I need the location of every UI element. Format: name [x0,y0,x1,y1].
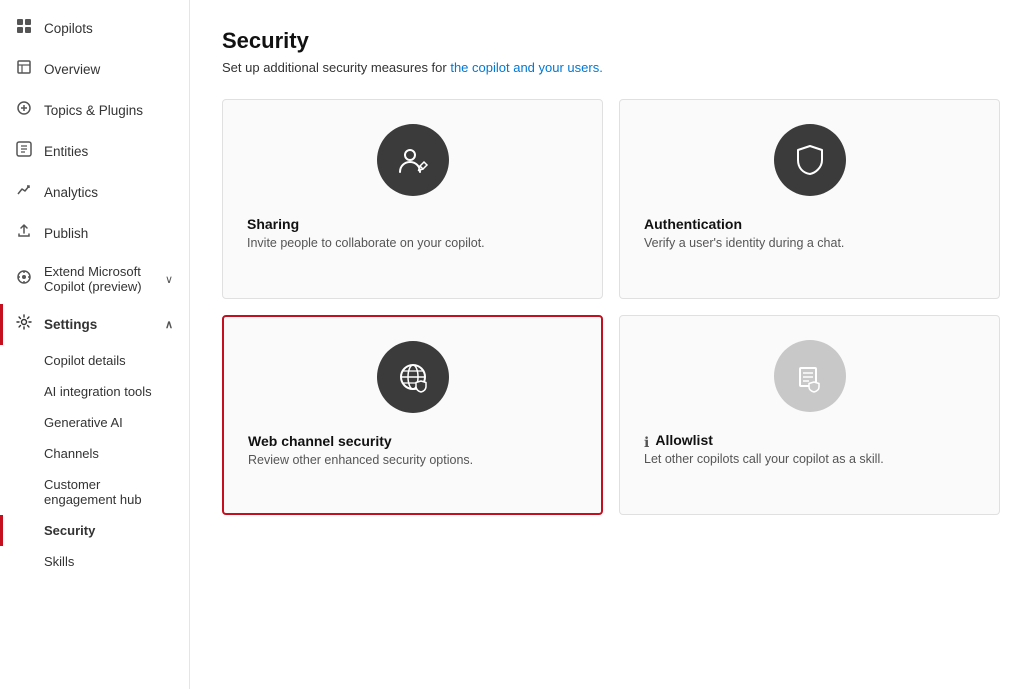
sidebar-item-label: Analytics [44,185,98,200]
sidebar-item-label: Extend Microsoft Copilot (preview) [44,264,155,294]
subitem-label: Skills [44,554,74,569]
sharing-desc: Invite people to collaborate on your cop… [247,236,485,250]
webchannel-desc: Review other enhanced security options. [248,453,473,467]
web-channel-icon-circle [377,341,449,413]
subitem-label: Copilot details [44,353,126,368]
topics-icon [16,100,34,121]
allowlist-icon-circle [774,340,846,412]
sidebar-item-label: Entities [44,144,88,159]
page-title: Security [222,28,1000,54]
auth-title: Authentication [644,216,742,232]
sidebar: Copilots Overview Topics & Plugins [0,0,190,689]
overview-icon [16,59,34,80]
sidebar-item-settings[interactable]: Settings ∧ [0,304,189,345]
sidebar-item-label: Publish [44,226,88,241]
authentication-card[interactable]: Authentication Verify a user's identity … [619,99,1000,299]
entities-icon [16,141,34,162]
sidebar-item-publish[interactable]: Publish [0,213,189,254]
publish-icon [16,223,34,244]
info-icon: ℹ [644,434,649,451]
sidebar-item-extend[interactable]: Extend Microsoft Copilot (preview) ∨ [0,254,189,304]
sidebar-subitem-skills[interactable]: Skills [0,546,189,577]
sidebar-item-copilots[interactable]: Copilots [0,8,189,49]
sidebar-subitem-copilot-details[interactable]: Copilot details [0,345,189,376]
sidebar-item-entities[interactable]: Entities [0,131,189,172]
sidebar-item-label: Settings [44,317,97,332]
copilots-icon [16,18,34,39]
sidebar-item-topics[interactable]: Topics & Plugins [0,90,189,131]
allowlist-title: Allowlist [655,432,713,448]
webchannel-title: Web channel security [248,433,392,449]
subitem-label: Channels [44,446,99,461]
allowlist-card[interactable]: ℹ Allowlist Let other copilots call your… [619,315,1000,515]
chevron-down-icon: ∨ [165,273,173,286]
extend-icon [16,269,34,290]
sidebar-item-overview[interactable]: Overview [0,49,189,90]
sharing-title: Sharing [247,216,299,232]
sidebar-item-label: Copilots [44,21,93,36]
subitem-label: Generative AI [44,415,123,430]
chevron-up-icon: ∧ [165,318,173,331]
sidebar-subitem-generative-ai[interactable]: Generative AI [0,407,189,438]
allowlist-title-row: ℹ Allowlist [644,432,713,452]
auth-desc: Verify a user's identity during a chat. [644,236,844,250]
sidebar-subitem-customer-hub[interactable]: Customer engagement hub [0,469,189,515]
web-channel-security-card[interactable]: Web channel security Review other enhanc… [222,315,603,515]
sidebar-subitem-security[interactable]: Security [0,515,189,546]
sidebar-subitem-ai-integration[interactable]: AI integration tools [0,376,189,407]
page-subtitle: Set up additional security measures for … [222,60,1000,75]
subitem-label: Customer engagement hub [44,477,142,507]
subtitle-link[interactable]: the copilot and your users. [450,60,602,75]
allowlist-desc: Let other copilots call your copilot as … [644,452,884,466]
sidebar-item-label: Overview [44,62,100,77]
subitem-label: Security [44,523,95,538]
sidebar-subitem-channels[interactable]: Channels [0,438,189,469]
sidebar-item-label: Topics & Plugins [44,103,143,118]
subitem-label: AI integration tools [44,384,152,399]
sharing-icon-circle [377,124,449,196]
sidebar-item-analytics[interactable]: Analytics [0,172,189,213]
cards-grid: Sharing Invite people to collaborate on … [222,99,1000,515]
analytics-icon [16,182,34,203]
settings-icon [16,314,34,335]
main-content: Security Set up additional security meas… [190,0,1032,689]
authentication-icon-circle [774,124,846,196]
sharing-card[interactable]: Sharing Invite people to collaborate on … [222,99,603,299]
